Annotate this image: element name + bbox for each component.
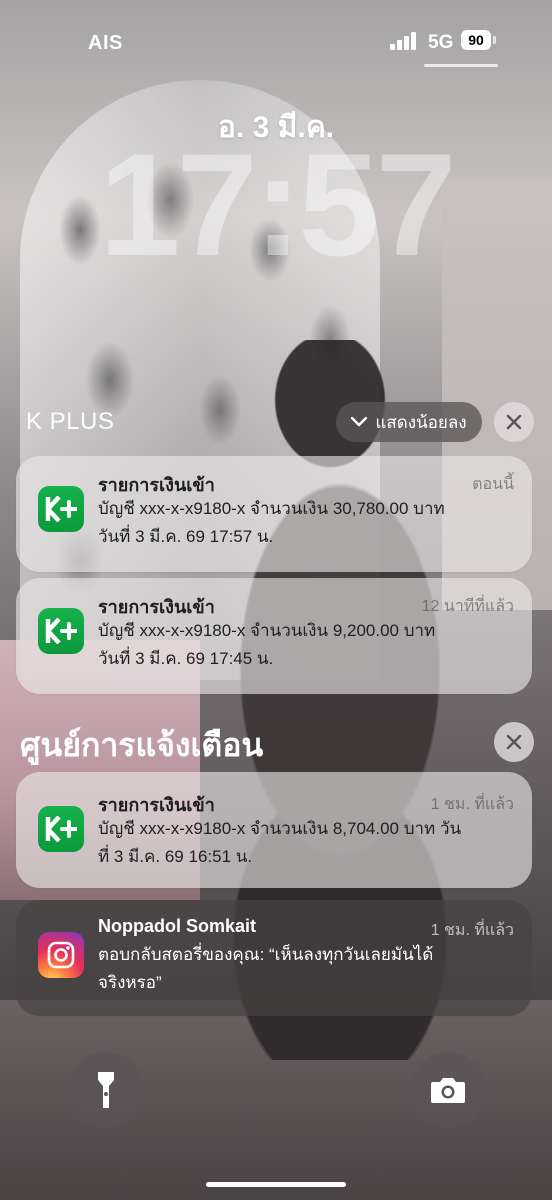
chevron-down-icon [351,412,368,432]
home-indicator[interactable] [206,1182,346,1187]
notification-title: รายการเงินเข้า [98,795,215,815]
notification-body-line: จริงหรอ” [98,973,162,992]
notification-center-title: ศูนย์การแจ้งเตือน [20,727,264,763]
notification-kplus-2[interactable]: รายการเงินเข้า 12 นาทีที่แล้ว บัญชี xxx-… [16,578,532,694]
notification-time: 1 ชม. ที่แล้ว [430,796,514,813]
battery-tip [493,36,496,44]
notification-instagram[interactable]: Noppadol Somkait 1 ชม. ที่แล้ว ตอบกลับสต… [16,900,532,1016]
carrier-label: AIS [88,32,123,54]
signal-icon [390,32,418,50]
group-title: K PLUS [26,408,115,435]
show-less-label: แสดงน้อยลง [375,412,467,432]
notification-body-line: บัญชี xxx-x-x9180-x จำนวนเงิน 9,200.00 บ… [98,621,436,640]
clear-group-button[interactable] [494,402,534,442]
clear-notification-center-button[interactable] [494,722,534,762]
notification-kplus-1[interactable]: รายการเงินเข้า ตอนนี้ บัญชี xxx-x-x9180-… [16,456,532,572]
network-label: 5G [428,32,454,53]
flashlight-icon [98,1072,114,1108]
lock-time: 17:57 [99,123,456,286]
notification-body-line: บัญชี xxx-x-x9180-x จำนวนเงิน 30,780.00 … [98,499,445,518]
notification-time: ตอนนี้ [472,476,514,493]
status-bar: AIS 5G 90 [0,0,552,70]
notification-body-line: วันที่ 3 มี.ค. 69 17:45 น. [98,649,274,668]
notification-time: 1 ชม. ที่แล้ว [430,922,514,939]
close-icon [506,414,522,430]
kplus-app-icon [38,608,84,654]
show-less-button[interactable]: แสดงน้อยลง [336,402,482,442]
notification-body-line: ที่ 3 มี.ค. 69 16:51 น. [98,847,253,866]
notification-title: รายการเงินเข้า [98,597,215,617]
notification-title: รายการเงินเข้า [98,475,215,495]
battery-icon: 90 [461,30,491,50]
notification-kplus-3[interactable]: รายการเงินเข้า 1 ชม. ที่แล้ว บัญชี xxx-x… [16,772,532,888]
close-icon [506,734,522,750]
status-indicator-bar [424,64,498,67]
notification-body-line: ตอบกลับสตอรี่ของคุณ: “เห็นลงทุกวันเลยมัน… [98,945,434,964]
notification-time: 12 นาทีที่แล้ว [421,598,514,615]
notification-body-line: วันที่ 3 มี.ค. 69 17:57 น. [98,527,274,546]
camera-icon [431,1078,465,1103]
kplus-app-icon [38,486,84,532]
notification-title: Noppadol Somkait [98,916,257,936]
notification-body-line: บัญชี xxx-x-x9180-x จำนวนเงิน 8,704.00 บ… [98,819,462,838]
flashlight-button[interactable] [68,1052,144,1128]
kplus-app-icon [38,806,84,852]
instagram-app-icon [38,932,84,978]
camera-button[interactable] [410,1052,486,1128]
